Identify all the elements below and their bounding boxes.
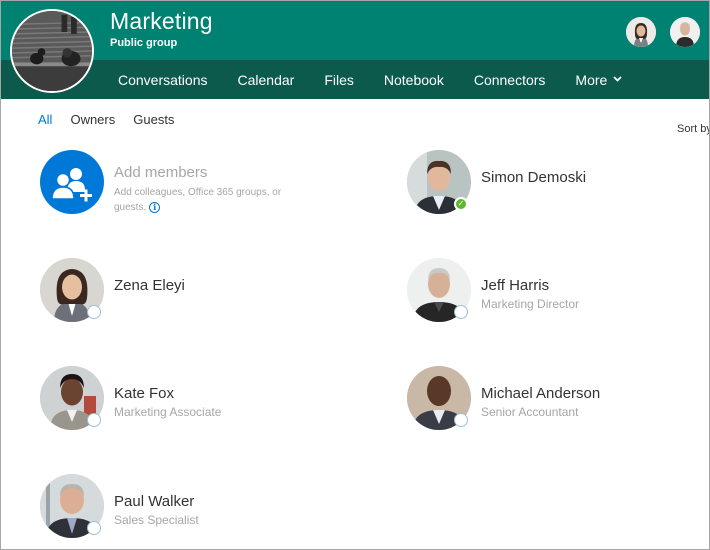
group-title: Marketing <box>110 8 213 34</box>
nav-connectors[interactable]: Connectors <box>474 72 546 88</box>
filter-tab-all[interactable]: All <box>38 112 52 127</box>
member-name[interactable]: Michael Anderson <box>481 385 600 402</box>
nav-calendar[interactable]: Calendar <box>238 72 295 88</box>
member-job-title: Marketing Associate <box>114 405 222 419</box>
add-members-button[interactable]: Add members Add colleagues, Office 365 g… <box>40 150 340 216</box>
member-card[interactable]: Jeff Harris Marketing Director <box>407 258 707 324</box>
member-job-title: Sales Specialist <box>114 513 199 527</box>
filter-tab-guests[interactable]: Guests <box>133 112 174 127</box>
sort-by-dropdown[interactable]: Sort by <box>677 123 709 135</box>
filter-tab-owners[interactable]: Owners <box>70 112 115 127</box>
check-icon: ✓ <box>457 199 465 208</box>
nav-label: Calendar <box>237 71 295 88</box>
group-privacy-label: Public group <box>110 37 178 49</box>
presence-offline-icon <box>87 305 101 319</box>
member-name[interactable]: Paul Walker <box>114 493 194 510</box>
nav-files[interactable]: Files <box>324 72 354 88</box>
member-filter-tabs: All Owners Guests <box>38 112 192 127</box>
group-members-page: Marketing Public group Conversations Cal… <box>0 0 710 550</box>
presence-offline-icon <box>87 413 101 427</box>
member-name[interactable]: Kate Fox <box>114 385 174 402</box>
group-nav: Conversations Calendar Files Notebook Co… <box>118 60 652 99</box>
nav-label: More <box>575 71 608 88</box>
header-member-avatar[interactable] <box>670 17 700 47</box>
nav-conversations[interactable]: Conversations <box>118 72 208 88</box>
presence-offline-icon <box>87 521 101 535</box>
member-name[interactable]: Simon Demoski <box>481 169 586 186</box>
member-card[interactable]: Zena Eleyi <box>40 258 340 324</box>
nav-label: Connectors <box>473 71 546 88</box>
nav-notebook[interactable]: Notebook <box>384 72 444 88</box>
add-members-description: Add colleagues, Office 365 groups, or gu… <box>114 185 284 215</box>
chevron-down-icon <box>613 74 622 85</box>
add-members-description-text: Add colleagues, Office 365 groups, or gu… <box>114 187 282 213</box>
nav-label: Conversations <box>118 71 208 88</box>
info-icon[interactable]: i <box>149 201 161 213</box>
member-job-title: Senior Accountant <box>481 405 579 419</box>
presence-available-icon: ✓ <box>454 197 468 211</box>
member-card[interactable]: Michael Anderson Senior Accountant <box>407 366 707 432</box>
add-members-icon <box>40 150 104 214</box>
member-card[interactable]: Paul Walker Sales Specialist <box>40 474 340 540</box>
presence-offline-icon <box>454 305 468 319</box>
member-card[interactable]: Kate Fox Marketing Associate <box>40 366 340 432</box>
member-job-title: Marketing Director <box>481 297 580 311</box>
member-card[interactable]: ✓ Simon Demoski <box>407 150 707 216</box>
member-name[interactable]: Jeff Harris <box>481 277 549 294</box>
group-photo[interactable] <box>10 9 94 93</box>
member-name[interactable]: Zena Eleyi <box>114 277 185 294</box>
nav-label: Files <box>324 71 354 88</box>
nav-label: Notebook <box>383 71 444 88</box>
presence-offline-icon <box>454 413 468 427</box>
group-header <box>1 1 709 60</box>
nav-more[interactable]: More <box>575 72 622 88</box>
add-members-title: Add members <box>114 164 208 181</box>
header-member-avatar[interactable] <box>626 17 656 47</box>
